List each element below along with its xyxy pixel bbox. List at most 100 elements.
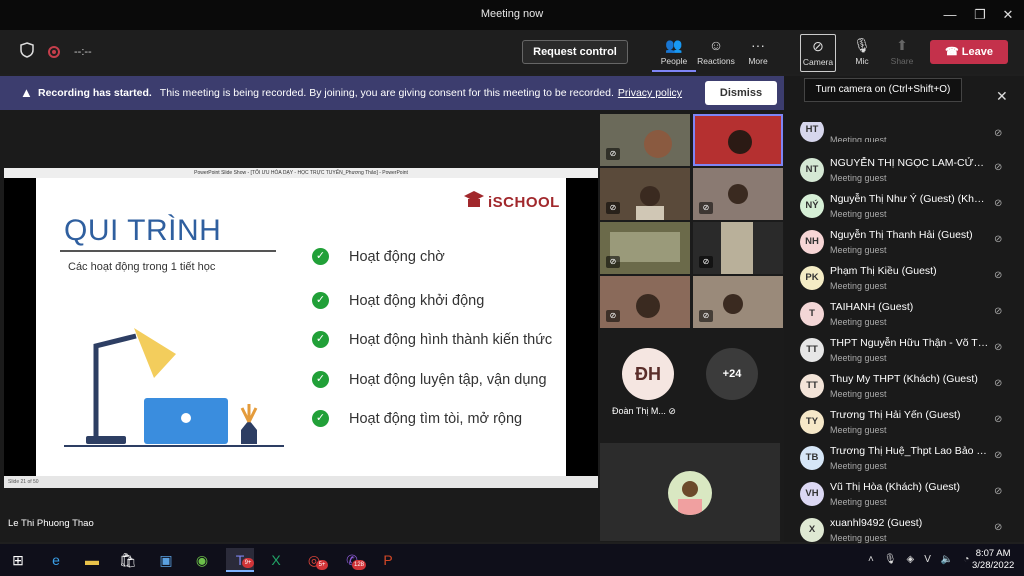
participant-row[interactable]: T TAIHANH (Guest) Meeting guest ⊘ bbox=[800, 298, 1022, 334]
store-icon[interactable]: 🛍 bbox=[114, 548, 142, 572]
privacy-policy-link[interactable]: Privacy policy bbox=[618, 87, 682, 99]
reactions-button[interactable]: ☺ Reactions bbox=[694, 34, 738, 72]
volume-icon[interactable]: 🔈 bbox=[941, 554, 953, 565]
close-panel-icon[interactable]: ✕ bbox=[996, 88, 1008, 105]
participant-role: Meeting guest bbox=[830, 497, 887, 507]
maximize-icon[interactable]: ❐ bbox=[970, 6, 990, 24]
video-tile[interactable]: ⊘ bbox=[693, 276, 783, 328]
powerpoint-icon[interactable]: P bbox=[374, 548, 402, 572]
avatar: TT bbox=[800, 338, 824, 362]
share-button[interactable]: ⬆ Share bbox=[880, 34, 924, 72]
avatar: NH bbox=[800, 230, 824, 254]
avatar: TY bbox=[800, 410, 824, 434]
viber-badge: 128 bbox=[351, 560, 366, 570]
people-icon: 👥 bbox=[665, 37, 683, 53]
participant-row[interactable]: TY Trương Thị Hải Yến (Guest) Meeting gues… bbox=[800, 406, 1022, 442]
people-button[interactable]: 👥 People bbox=[652, 34, 696, 72]
more-icon: ··· bbox=[751, 37, 765, 53]
mic-off-icon: ⊘ bbox=[994, 450, 1003, 461]
participant-role: Meeting guest bbox=[830, 425, 887, 435]
file-explorer-icon[interactable]: ▬ bbox=[78, 548, 106, 572]
more-button[interactable]: ··· More bbox=[736, 34, 780, 72]
participant-row[interactable]: NT NGUYỄN THỊ NGỌC LAM-CỬA T... Meeting gu… bbox=[800, 154, 1022, 190]
participant-row[interactable]: VH Vũ Thị Hòa (Khách) (Guest) Meeting gues… bbox=[800, 478, 1022, 514]
participant-row[interactable]: TT THPT Nguyễn Hữu Thận - Võ Th... Meeting… bbox=[800, 334, 1022, 370]
participant-avatar-tile[interactable]: ĐH Đoàn Thị M... ⊘ bbox=[600, 340, 692, 422]
mic-button[interactable]: 🎙 Mic bbox=[840, 34, 884, 72]
video-tile-active-speaker[interactable] bbox=[693, 114, 783, 166]
photos-icon[interactable]: ▣ bbox=[152, 548, 180, 572]
video-tile[interactable]: ⊘ bbox=[600, 276, 690, 328]
wifi-icon[interactable]: ◔ bbox=[963, 554, 969, 565]
banner-title: Recording has started. bbox=[38, 87, 152, 99]
participant-row[interactable]: NH Nguyễn Thị Thanh Hải (Guest) Meeting gu… bbox=[800, 226, 1022, 262]
participant-row[interactable]: HT Meeting guest ⊘ bbox=[800, 122, 1022, 142]
video-tile[interactable]: ⊘ bbox=[693, 168, 783, 220]
title-bar: Meeting now — ❐ ✕ bbox=[0, 0, 1024, 30]
shield-icon bbox=[20, 42, 34, 61]
slide-subtitle: Các hoạt động trong 1 tiết học bbox=[68, 261, 216, 273]
avatar: ĐH bbox=[622, 348, 674, 400]
video-tile[interactable]: ⊘ bbox=[693, 222, 783, 274]
more-participants-button[interactable]: +24 bbox=[706, 348, 758, 400]
banner-message: This meeting is being recorded. By joini… bbox=[159, 87, 614, 99]
avatar: X bbox=[800, 518, 824, 542]
avatar: PK bbox=[800, 266, 824, 290]
viber-icon[interactable]: ✆ 128 bbox=[338, 548, 366, 572]
avatar: TT bbox=[800, 374, 824, 398]
mic-off-icon: ⊘ bbox=[994, 270, 1003, 281]
participant-row[interactable]: TT Thuy My THPT (Khách) (Guest) Meeting gu… bbox=[800, 370, 1022, 406]
camera-button[interactable]: ⊘ Camera bbox=[800, 34, 836, 72]
participant-role: Meeting guest bbox=[830, 245, 887, 255]
recording-banner: ▲ Recording has started. This meeting is … bbox=[0, 76, 784, 110]
edge-icon[interactable]: e bbox=[42, 548, 70, 572]
mic-off-icon: ⊘ bbox=[994, 522, 1003, 533]
system-tray: ˄ 🎙 ◈ V 🔈 ◔ bbox=[868, 554, 969, 565]
window-title: Meeting now bbox=[480, 8, 544, 20]
chevron-up-icon[interactable]: ˄ bbox=[868, 554, 874, 565]
mic-off-icon: ⊘ bbox=[606, 202, 620, 214]
meeting-timer: --:-- bbox=[74, 45, 92, 58]
excel-icon[interactable]: X bbox=[262, 548, 290, 572]
dismiss-button[interactable]: Dismiss bbox=[705, 81, 777, 105]
video-tile[interactable]: ⊘ bbox=[600, 168, 690, 220]
close-window-icon[interactable]: ✕ bbox=[998, 6, 1018, 24]
teams-icon[interactable]: T 9+ bbox=[226, 548, 254, 572]
minimize-icon[interactable]: — bbox=[940, 6, 960, 24]
ppt-status-bar: Slide 21 of 50 bbox=[4, 476, 598, 488]
powerpoint-window: PowerPoint Slide Show - [TỐI ƯU HÓA DẠY … bbox=[4, 168, 598, 488]
app-icon[interactable]: ◉ bbox=[188, 548, 216, 572]
mic-off-icon: ⊘ bbox=[699, 256, 713, 268]
camera-off-icon: ⊘ bbox=[812, 38, 824, 54]
participant-row[interactable]: PK Phạm Thị Kiều (Guest) Meeting guest ⊘ bbox=[800, 262, 1022, 298]
video-tile[interactable]: ⊘ bbox=[600, 222, 690, 274]
tray-app-icon[interactable]: ◈ bbox=[907, 554, 915, 565]
mic-off-icon: ⊘ bbox=[994, 162, 1003, 173]
windows-start-icon[interactable]: ⊞ bbox=[4, 548, 32, 572]
step-item: ✓ Hoạt động khởi động bbox=[312, 292, 484, 309]
step-item: ✓ Hoạt động luyện tập, vận dụng bbox=[312, 371, 547, 388]
warning-icon: ▲ bbox=[20, 85, 33, 100]
video-tile[interactable]: ⊘ bbox=[600, 114, 690, 166]
request-control-button[interactable]: Request control bbox=[522, 40, 628, 64]
participant-name: Trương Thị Hải Yến (Guest) bbox=[830, 409, 961, 421]
leave-button[interactable]: ☎ Leave bbox=[930, 40, 1008, 64]
participant-row[interactable]: NÝ Nguyễn Thị Như Ý (Guest) (Khách) Meetin… bbox=[800, 190, 1022, 226]
avatar: NÝ bbox=[800, 194, 824, 218]
meeting-toolbar: --:-- Request control 👥 People ☺ Reactions… bbox=[0, 30, 1024, 74]
participant-name: Phạm Thị Kiều (Guest) bbox=[830, 265, 937, 277]
self-view-tile bbox=[600, 443, 780, 541]
clock[interactable]: 8:07 AM 3/28/2022 bbox=[972, 548, 1014, 572]
participant-name: NGUYỄN THỊ NGỌC LAM-CỬA T... bbox=[830, 157, 990, 169]
mic-off-icon: ⊘ bbox=[699, 310, 713, 322]
check-icon: ✓ bbox=[312, 292, 329, 309]
slide: iSCHOOL QUI TRÌNH Các hoạt động trong 1 … bbox=[36, 178, 566, 476]
participant-name: Thuy My THPT (Khách) (Guest) bbox=[830, 373, 978, 385]
mic-off-icon: 🎙 bbox=[853, 37, 871, 53]
participant-row[interactable]: TB Trương Thị Huệ_Thpt Lao Bảo (G... Meeti… bbox=[800, 442, 1022, 478]
participant-name: Vũ Thị Hòa (Khách) (Guest) bbox=[830, 481, 960, 493]
microphone-icon[interactable]: 🎙 bbox=[884, 554, 897, 565]
vietkey-icon[interactable]: V bbox=[924, 554, 931, 565]
participant-name: Đoàn Thị M... bbox=[612, 406, 666, 416]
chrome-icon[interactable]: ◎ 5+ bbox=[300, 548, 328, 572]
